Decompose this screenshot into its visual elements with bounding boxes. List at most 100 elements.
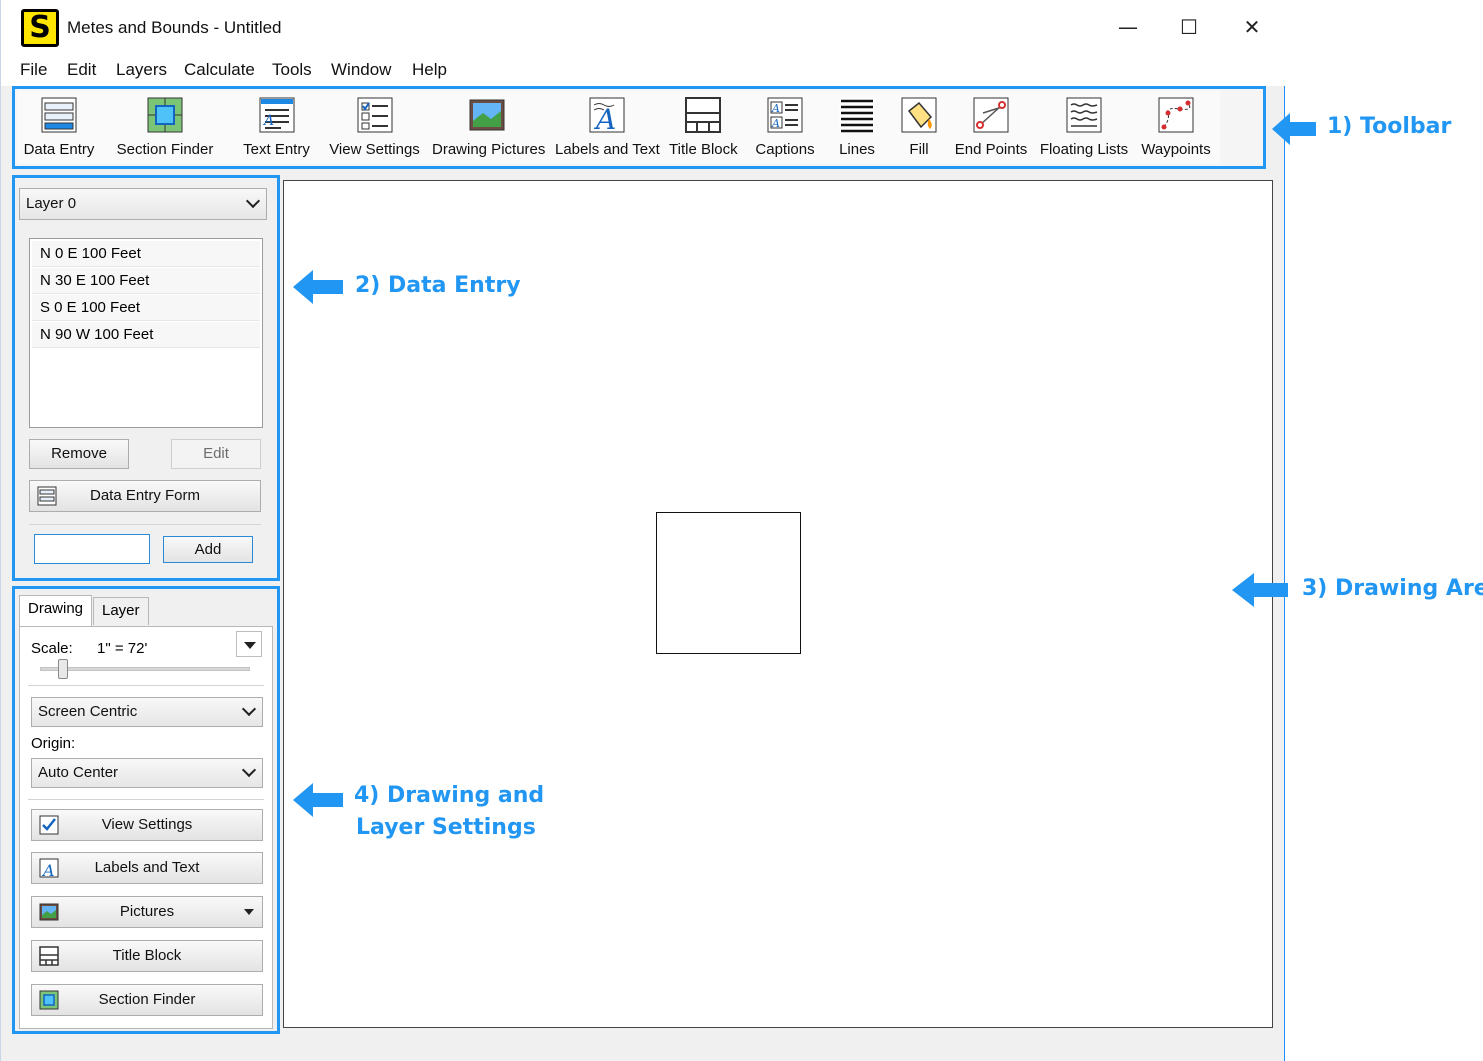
settings-panel: Drawing Layer Scale: 1" = 72' Screen Cen… [12,586,280,1034]
labels-text-icon: A [589,97,625,135]
toolbar-strip: Data Entry Section Finder A Text Entry V… [17,91,1220,164]
captions-icon: A A [767,97,803,133]
toolbar-view-settings-button[interactable]: View Settings [327,95,422,165]
title-block-icon [685,97,721,133]
data-entry-form-button[interactable]: Data Entry Form [29,480,261,512]
callout-arrow-icon [293,783,343,817]
callout-arrow-icon [1232,573,1288,607]
divider [28,685,264,686]
callout-settings-line1: 4) Drawing and [354,783,545,808]
labels-and-text-button[interactable]: A Labels and Text [31,852,263,884]
toolbar-label: Waypoints [1141,141,1211,158]
menu-tools[interactable]: Tools [272,60,312,80]
minimize-button[interactable]: — [1113,12,1143,42]
chevron-down-icon [241,701,257,717]
toolbar: Data Entry Section Finder A Text Entry V… [12,86,1266,169]
menu-layers[interactable]: Layers [116,60,167,80]
svg-text:A: A [262,113,274,129]
toolbar-waypoints-button[interactable]: Waypoints [1139,95,1213,165]
floating-lists-icon [1066,97,1102,133]
tab-layer[interactable]: Layer [93,597,149,625]
call-input[interactable] [34,534,150,564]
tab-drawing[interactable]: Drawing [19,595,93,627]
edit-button[interactable]: Edit [171,439,261,469]
view-mode-select[interactable]: Screen Centric [31,697,263,727]
section-finder-button[interactable]: Section Finder [31,984,263,1016]
toolbar-lines-button[interactable]: Lines [832,95,882,165]
callout-arrow-icon [1272,113,1316,145]
maximize-button[interactable]: ☐ [1174,12,1204,42]
menu-file[interactable]: File [20,60,47,80]
layer-select-value: Layer 0 [26,195,77,212]
lines-icon [839,97,875,133]
add-button[interactable]: Add [163,536,253,563]
toolbar-data-entry-button[interactable]: Data Entry [19,95,99,165]
menu-edit[interactable]: Edit [67,60,96,80]
toolbar-end-points-button[interactable]: End Points [953,95,1029,165]
list-item[interactable]: N 30 E 100 Feet [32,268,260,294]
checkbox-icon [39,815,59,835]
data-entry-icon [37,486,57,506]
drawing-canvas[interactable] [283,180,1273,1028]
toolbar-label: View Settings [329,141,420,158]
toolbar-label: Data Entry [23,141,95,158]
view-settings-button[interactable]: View Settings [31,809,263,841]
toolbar-label: Captions [755,141,815,158]
toolbar-drawing-pictures-button[interactable]: Drawing Pictures [432,95,546,165]
svg-text:A: A [41,861,55,879]
toolbar-label: Drawing Pictures [432,141,546,158]
chevron-down-icon [245,193,261,209]
section-finder-icon [39,990,59,1010]
list-item[interactable]: N 0 E 100 Feet [32,241,260,267]
callout-settings-line2: Layer Settings [356,815,536,840]
svg-text:A: A [593,103,616,135]
text-entry-icon: A [259,97,294,133]
toolbar-section-finder-button[interactable]: Section Finder [115,95,215,165]
view-settings-label: View Settings [101,816,193,833]
scale-slider-thumb[interactable] [58,659,68,679]
menu-calculate[interactable]: Calculate [184,60,255,80]
fill-bucket-icon [901,97,937,133]
menu-bar: File Edit Layers Calculate Tools Window … [1,54,1285,86]
remove-button[interactable]: Remove [29,439,129,469]
view-settings-icon [357,97,392,133]
svg-text:A: A [771,102,780,115]
window-title: Metes and Bounds - Untitled [67,18,282,37]
callout-drawing-area: 3) Drawing Area [1302,576,1483,601]
drawing-tab-panel: Scale: 1" = 72' Screen Centric Origin: A… [19,626,273,1029]
toolbar-text-entry-button[interactable]: A Text Entry [239,95,314,165]
parcel-shape[interactable] [656,512,801,654]
toolbar-label: Labels and Text [555,141,660,158]
labels-and-text-label: Labels and Text [94,859,200,876]
title-block-label: Title Block [112,947,182,964]
title-block-button[interactable]: Title Block [31,940,263,972]
caret-down-icon [244,642,256,649]
scale-slider-track[interactable] [40,667,250,671]
toolbar-label: Title Block [669,141,738,158]
scale-dropdown-button[interactable] [236,631,262,657]
pictures-button[interactable]: Pictures [31,896,263,928]
list-item[interactable]: S 0 E 100 Feet [32,295,260,321]
end-points-icon [973,97,1009,133]
pictures-label: Pictures [119,903,175,920]
close-button[interactable]: ✕ [1237,12,1267,42]
data-entry-icon [41,97,77,133]
toolbar-title-block-button[interactable]: Title Block [669,95,738,165]
toolbar-labels-and-text-button[interactable]: A Labels and Text [555,95,660,165]
toolbar-captions-button[interactable]: A A Captions [750,95,820,165]
menu-help[interactable]: Help [412,60,447,80]
toolbar-floating-lists-button[interactable]: Floating Lists [1037,95,1131,165]
layer-select[interactable]: Layer 0 [19,188,267,220]
origin-value: Auto Center [38,764,119,781]
origin-label: Origin: [31,735,76,752]
callout-arrow-icon [293,270,343,304]
divider [29,524,261,525]
origin-select[interactable]: Auto Center [31,758,263,788]
menu-window[interactable]: Window [331,60,391,80]
list-item[interactable]: N 90 W 100 Feet [32,322,260,348]
calls-list[interactable]: N 0 E 100 Feet N 30 E 100 Feet S 0 E 100… [29,238,263,428]
toolbar-label: Fill [909,141,929,158]
data-entry-form-label: Data Entry Form [89,487,201,504]
toolbar-fill-button[interactable]: Fill [895,95,943,165]
title-block-icon [39,946,59,966]
